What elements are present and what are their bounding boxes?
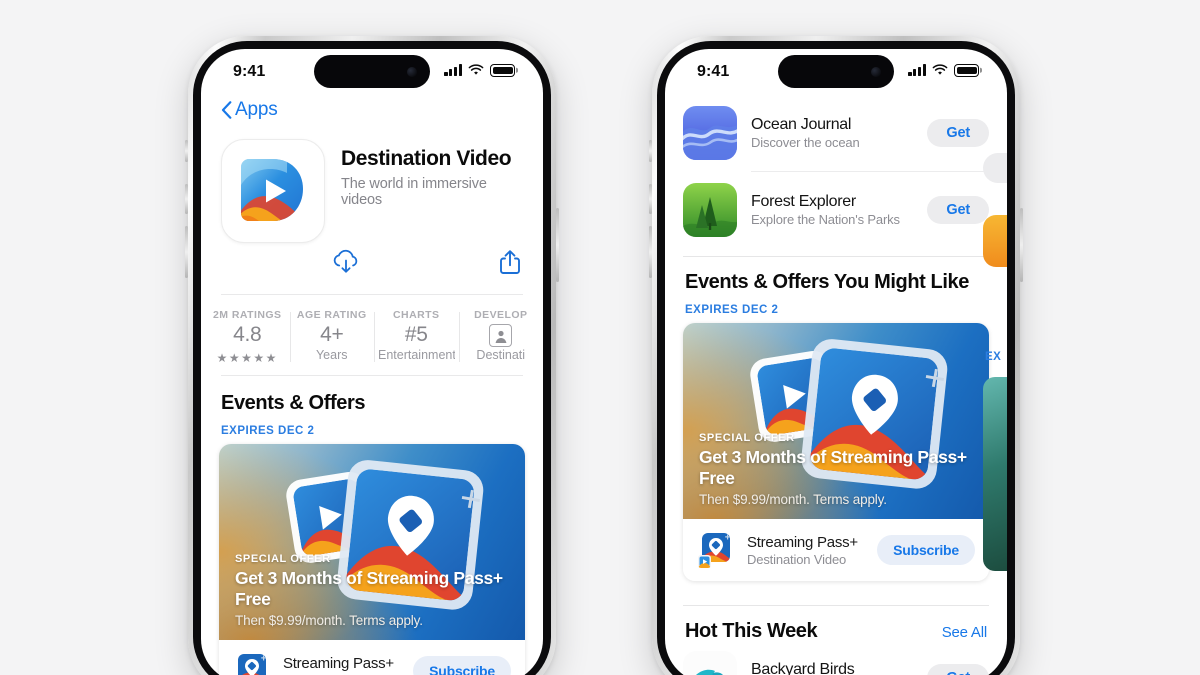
wifi-icon [468, 64, 484, 75]
right-phone: 9:41 Ocean Journal Discover the ocean Ge… [649, 36, 1023, 675]
action-button[interactable] [649, 140, 652, 162]
power-button[interactable] [1020, 208, 1023, 282]
screenshot-canvas: 9:41 Apps Destination Video The world in… [0, 0, 1200, 675]
list-item[interactable]: Forest Explorer Explore the Nation's Par… [665, 172, 1007, 248]
events-section-title: Events & Offers [221, 392, 366, 414]
offer-footer: Streaming Pass+ Destination Video Subscr… [683, 519, 989, 581]
get-button[interactable]: Get [927, 664, 989, 675]
list-item-title: Backyard Birds [751, 661, 855, 675]
list-item-title: Ocean Journal [751, 116, 852, 133]
offer-app-developer: Destination Video [747, 551, 847, 567]
stat-label: CHARTS [393, 309, 440, 321]
stat-age-rating: AGE RATING 4+ Years [289, 309, 375, 365]
offer-card[interactable]: SPECIAL OFFER Get 3 Months of Streaming … [683, 323, 989, 581]
streaming-pass-icon [233, 652, 271, 675]
battery-icon [490, 64, 515, 77]
list-item-title: Forest Explorer [751, 193, 856, 210]
dynamic-island [314, 55, 430, 88]
back-nav[interactable]: Apps [201, 95, 543, 129]
offer-expiry-label: EXPIRES DEC 2 [221, 425, 315, 437]
see-all-link[interactable]: See All [942, 624, 988, 641]
offer-headline: Get 3 Months of Streaming Pass+ Free [235, 568, 503, 609]
get-button[interactable]: Get [927, 119, 989, 147]
volume-up-button[interactable] [185, 184, 188, 214]
right-phone-screen: 9:41 Ocean Journal Discover the ocean Ge… [665, 49, 1007, 675]
status-time: 9:41 [233, 63, 266, 80]
offer-headline: Get 3 Months of Streaming Pass+ Free [699, 447, 967, 488]
subscribe-button[interactable]: Subscribe [413, 656, 511, 675]
action-button[interactable] [185, 140, 188, 162]
list-item[interactable]: Ocean Journal Discover the ocean Get [665, 95, 1007, 171]
power-button[interactable] [556, 208, 559, 282]
volume-down-button[interactable] [649, 226, 652, 278]
offer-subtext: Then $9.99/month. Terms apply. [699, 492, 887, 507]
stat-sub: Destinati [476, 348, 526, 362]
dynamic-island [778, 55, 894, 88]
wifi-icon [932, 64, 948, 75]
cellular-signal-icon [908, 64, 926, 77]
app-name: Destination Video [341, 147, 512, 170]
offer-app-name: Streaming Pass+ [283, 654, 394, 672]
hot-section-title: Hot This Week [685, 620, 818, 642]
cloud-download-icon [333, 249, 358, 273]
stat-label: AGE RATING [296, 309, 367, 321]
volume-up-button[interactable] [649, 184, 652, 214]
share-button[interactable] [499, 249, 521, 280]
offer-tag: SPECIAL OFFER [235, 553, 331, 565]
offer-card[interactable]: SPECIAL OFFER Get 3 Months of Streaming … [219, 444, 525, 675]
events-section-title: Events & Offers You Might Like [685, 271, 969, 293]
offer-artwork: SPECIAL OFFER Get 3 Months of Streaming … [219, 444, 525, 640]
battery-icon [954, 64, 979, 77]
status-bar: 9:41 [201, 49, 543, 95]
backyard-birds-icon [683, 651, 737, 675]
stat-sub: Years [315, 348, 348, 362]
offer-subtext: Then $9.99/month. Terms apply. [235, 613, 423, 628]
back-label: Apps [235, 99, 278, 120]
left-phone: 9:41 Apps Destination Video The world in… [185, 36, 559, 675]
stat-label: DEVELOP [474, 309, 528, 321]
stat-sub: Entertainment [378, 348, 455, 362]
offer-footer: Streaming Pass+ Destination Video Subscr… [219, 640, 525, 675]
stat-charts: CHARTS #5 Entertainment [374, 309, 459, 365]
front-camera-icon [407, 66, 417, 77]
ocean-journal-icon [683, 106, 737, 160]
offer-app-name: Streaming Pass+ [747, 533, 858, 551]
stat-ratings: 2M RATINGS 4.8 ★★★★★ [205, 309, 290, 365]
list-item-subtitle: Discover the ocean [751, 135, 860, 150]
app-header: Destination Video The world in immersive… [201, 129, 543, 243]
destination-video-app-icon[interactable] [221, 139, 325, 243]
offer-tag: SPECIAL OFFER [699, 432, 795, 444]
app-subtitle: The world in immersive videos [341, 176, 487, 209]
star-rating-icon: ★★★★★ [216, 351, 278, 365]
offer-expiry-label: EXPIRES DEC 2 [685, 304, 779, 316]
list-item-subtitle: Explore the Nation's Parks [751, 212, 900, 227]
list-item[interactable]: Backyard Birds Bird Watching Made Easy G… [665, 643, 1007, 675]
volume-down-button[interactable] [185, 226, 188, 278]
chevron-left-icon [221, 101, 232, 119]
stat-value: 4.8 [233, 323, 262, 346]
front-camera-icon [871, 66, 881, 77]
right-scroll-area[interactable]: Ocean Journal Discover the ocean Get For… [665, 95, 1007, 675]
left-phone-screen: 9:41 Apps Destination Video The world in… [201, 49, 543, 675]
hot-section-header: Hot This Week See All [665, 606, 1007, 643]
app-stats-row: 2M RATINGS 4.8 ★★★★★ AGE RATING 4+ Years… [201, 295, 543, 375]
forest-explorer-icon [683, 183, 737, 237]
stat-value: 4+ [320, 323, 344, 346]
offer-artwork: SPECIAL OFFER Get 3 Months of Streaming … [683, 323, 989, 519]
stat-value: #5 [404, 323, 428, 346]
subscribe-button[interactable]: Subscribe [877, 535, 975, 565]
stat-label: 2M RATINGS [213, 309, 282, 321]
status-bar: 9:41 [665, 49, 1007, 95]
get-button[interactable]: Get [927, 196, 989, 224]
app-action-row [201, 243, 543, 294]
person-icon [489, 324, 513, 347]
stat-developer: DEVELOP Destinati [458, 309, 544, 365]
cellular-signal-icon [444, 64, 462, 77]
left-scroll-area[interactable]: Apps Destination Video The world in imme… [201, 95, 543, 675]
status-time: 9:41 [697, 63, 730, 80]
streaming-pass-icon [697, 531, 735, 569]
cloud-download-button[interactable] [331, 249, 361, 280]
share-icon [500, 250, 520, 274]
